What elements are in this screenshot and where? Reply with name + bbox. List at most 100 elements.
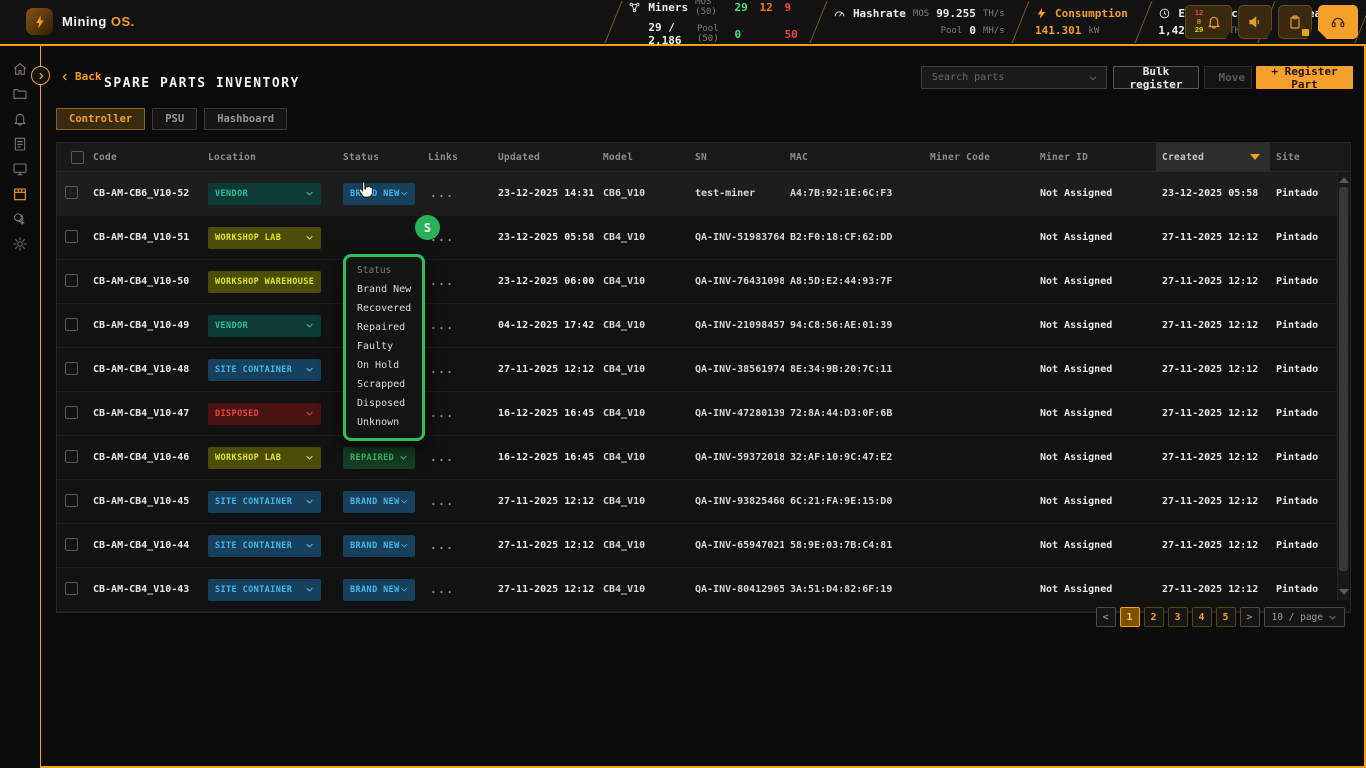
status-option-repaired[interactable]: Repaired bbox=[346, 318, 422, 337]
scroll-up-arrow[interactable] bbox=[1339, 177, 1349, 183]
status-select[interactable]: BRAND NEW bbox=[343, 579, 415, 601]
column-header-mac[interactable]: MAC bbox=[784, 143, 924, 171]
row-checkbox[interactable] bbox=[65, 582, 78, 595]
location-select[interactable]: WORKSHOP WAREHOUSE bbox=[208, 271, 321, 293]
pagination-prev[interactable]: < bbox=[1096, 607, 1116, 627]
sidebar-item-bell[interactable] bbox=[12, 111, 28, 127]
sidebar-expand-button[interactable] bbox=[31, 66, 50, 85]
status-option-unknown[interactable]: Unknown bbox=[346, 413, 422, 432]
status-option-disposed[interactable]: Disposed bbox=[346, 394, 422, 413]
bell-icon bbox=[1206, 14, 1222, 30]
row-links-button[interactable]: ... bbox=[422, 583, 454, 596]
sidebar-item-monitor[interactable] bbox=[12, 161, 28, 177]
move-button[interactable]: Move bbox=[1204, 66, 1252, 89]
tab-controller[interactable]: Controller bbox=[56, 108, 145, 130]
sidebar-item-document[interactable] bbox=[12, 136, 28, 152]
cell-model: CB4_V10 bbox=[597, 320, 689, 331]
cell-mac: 8E:34:9B:20:7C:11 bbox=[784, 364, 924, 375]
sidebar-item-coins[interactable] bbox=[12, 211, 28, 227]
status-select[interactable]: BRAND NEW bbox=[343, 535, 415, 557]
row-links-button[interactable]: ... bbox=[422, 363, 454, 376]
register-part-button[interactable]: + Register Part bbox=[1256, 66, 1353, 89]
column-header-updated[interactable]: Updated bbox=[492, 143, 597, 171]
sidebar-item-settings[interactable] bbox=[12, 236, 28, 252]
status-select[interactable]: BRAND NEW bbox=[343, 491, 415, 513]
select-all-checkbox[interactable] bbox=[71, 151, 84, 164]
sidebar-item-home[interactable] bbox=[12, 61, 28, 77]
row-links-button[interactable]: ... bbox=[422, 319, 454, 332]
row-checkbox[interactable] bbox=[65, 494, 78, 507]
row-checkbox[interactable] bbox=[65, 450, 78, 463]
row-checkbox[interactable] bbox=[65, 406, 78, 419]
row-links-button[interactable]: ... bbox=[422, 407, 454, 420]
column-header-model[interactable]: Model bbox=[597, 143, 689, 171]
status-option-on-hold[interactable]: On Hold bbox=[346, 356, 422, 375]
row-links-button[interactable]: ... bbox=[422, 451, 454, 464]
cell-miner_id: Not Assigned bbox=[1034, 364, 1156, 375]
pagination-page-3[interactable]: 3 bbox=[1168, 607, 1188, 627]
column-header-site[interactable]: Site bbox=[1270, 143, 1350, 171]
row-links-button[interactable]: ... bbox=[422, 187, 454, 200]
row-checkbox[interactable] bbox=[65, 538, 78, 551]
location-select[interactable]: WORKSHOP LAB bbox=[208, 227, 321, 249]
row-checkbox[interactable] bbox=[65, 318, 78, 331]
back-button[interactable]: Back bbox=[60, 70, 102, 83]
chevron-down-icon bbox=[400, 497, 408, 506]
status-option-scrapped[interactable]: Scrapped bbox=[346, 375, 422, 394]
location-chip-label: DISPOSED bbox=[215, 409, 259, 419]
status-select[interactable]: BRAND NEW bbox=[343, 183, 415, 205]
cell-sn: QA-INV-9382546071 bbox=[689, 496, 784, 507]
tab-psu[interactable]: PSU bbox=[152, 108, 197, 130]
location-select[interactable]: SITE CONTAINER bbox=[208, 579, 321, 601]
row-checkbox[interactable] bbox=[65, 230, 78, 243]
status-option-recovered[interactable]: Recovered bbox=[346, 299, 422, 318]
column-header-location[interactable]: Location bbox=[202, 143, 337, 171]
row-checkbox[interactable] bbox=[65, 274, 78, 287]
pagination-page-2[interactable]: 2 bbox=[1144, 607, 1164, 627]
notifications-button[interactable]: 12829 bbox=[1185, 5, 1232, 39]
sidebar-item-inventory[interactable] bbox=[12, 186, 28, 202]
row-links-button[interactable]: ... bbox=[422, 495, 454, 508]
location-select[interactable]: SITE CONTAINER bbox=[208, 535, 321, 557]
row-checkbox[interactable] bbox=[65, 362, 78, 375]
scrollbar-thumb[interactable] bbox=[1339, 187, 1348, 571]
sound-button[interactable] bbox=[1238, 5, 1272, 39]
status-option-faulty[interactable]: Faulty bbox=[346, 337, 422, 356]
select-all-header[interactable] bbox=[57, 143, 87, 171]
status-option-brand-new[interactable]: Brand New bbox=[346, 280, 422, 299]
location-select[interactable]: WORKSHOP LAB bbox=[208, 447, 321, 469]
page-size-select[interactable]: 10 / page bbox=[1264, 607, 1345, 627]
column-header-miner_code[interactable]: Miner Code bbox=[924, 143, 1034, 171]
row-links-button[interactable]: ... bbox=[422, 275, 454, 288]
pagination-page-4[interactable]: 4 bbox=[1192, 607, 1212, 627]
status-select[interactable]: REPAIRED bbox=[343, 447, 415, 469]
pagination-page-5[interactable]: 5 bbox=[1216, 607, 1236, 627]
search-parts-input[interactable] bbox=[930, 71, 1082, 84]
bulk-register-button[interactable]: Bulk register bbox=[1113, 66, 1199, 89]
reports-button[interactable] bbox=[1278, 5, 1312, 39]
account-button[interactable] bbox=[1318, 5, 1358, 39]
location-select[interactable]: DISPOSED bbox=[208, 403, 321, 425]
scroll-down-arrow[interactable] bbox=[1339, 589, 1349, 595]
brand-logo[interactable]: MiningOS. bbox=[26, 8, 135, 35]
row-links-button[interactable]: ... bbox=[422, 539, 454, 552]
column-header-miner_id[interactable]: Miner ID bbox=[1034, 143, 1156, 171]
table-scrollbar[interactable] bbox=[1337, 172, 1349, 600]
pagination-page-1[interactable]: 1 bbox=[1120, 607, 1140, 627]
column-header-links[interactable]: Links bbox=[422, 143, 492, 171]
location-select[interactable]: VENDOR bbox=[208, 183, 321, 205]
tab-hashboard[interactable]: Hashboard bbox=[204, 108, 287, 130]
column-header-created[interactable]: Created bbox=[1156, 143, 1270, 171]
location-select[interactable]: SITE CONTAINER bbox=[208, 491, 321, 513]
hashrate-mos-key: MOS bbox=[913, 9, 929, 19]
column-header-sn[interactable]: SN bbox=[689, 143, 784, 171]
pagination-next[interactable]: > bbox=[1240, 607, 1260, 627]
column-header-status[interactable]: Status bbox=[337, 143, 422, 171]
location-select[interactable]: SITE CONTAINER bbox=[208, 359, 321, 381]
location-select[interactable]: VENDOR bbox=[208, 315, 321, 337]
row-checkbox[interactable] bbox=[65, 186, 78, 199]
sidebar-item-folder[interactable] bbox=[12, 86, 28, 102]
search-parts-box[interactable] bbox=[921, 66, 1107, 89]
column-header-code[interactable]: Code bbox=[87, 143, 202, 171]
cell-sn: QA-INV-2109845736 bbox=[689, 320, 784, 331]
